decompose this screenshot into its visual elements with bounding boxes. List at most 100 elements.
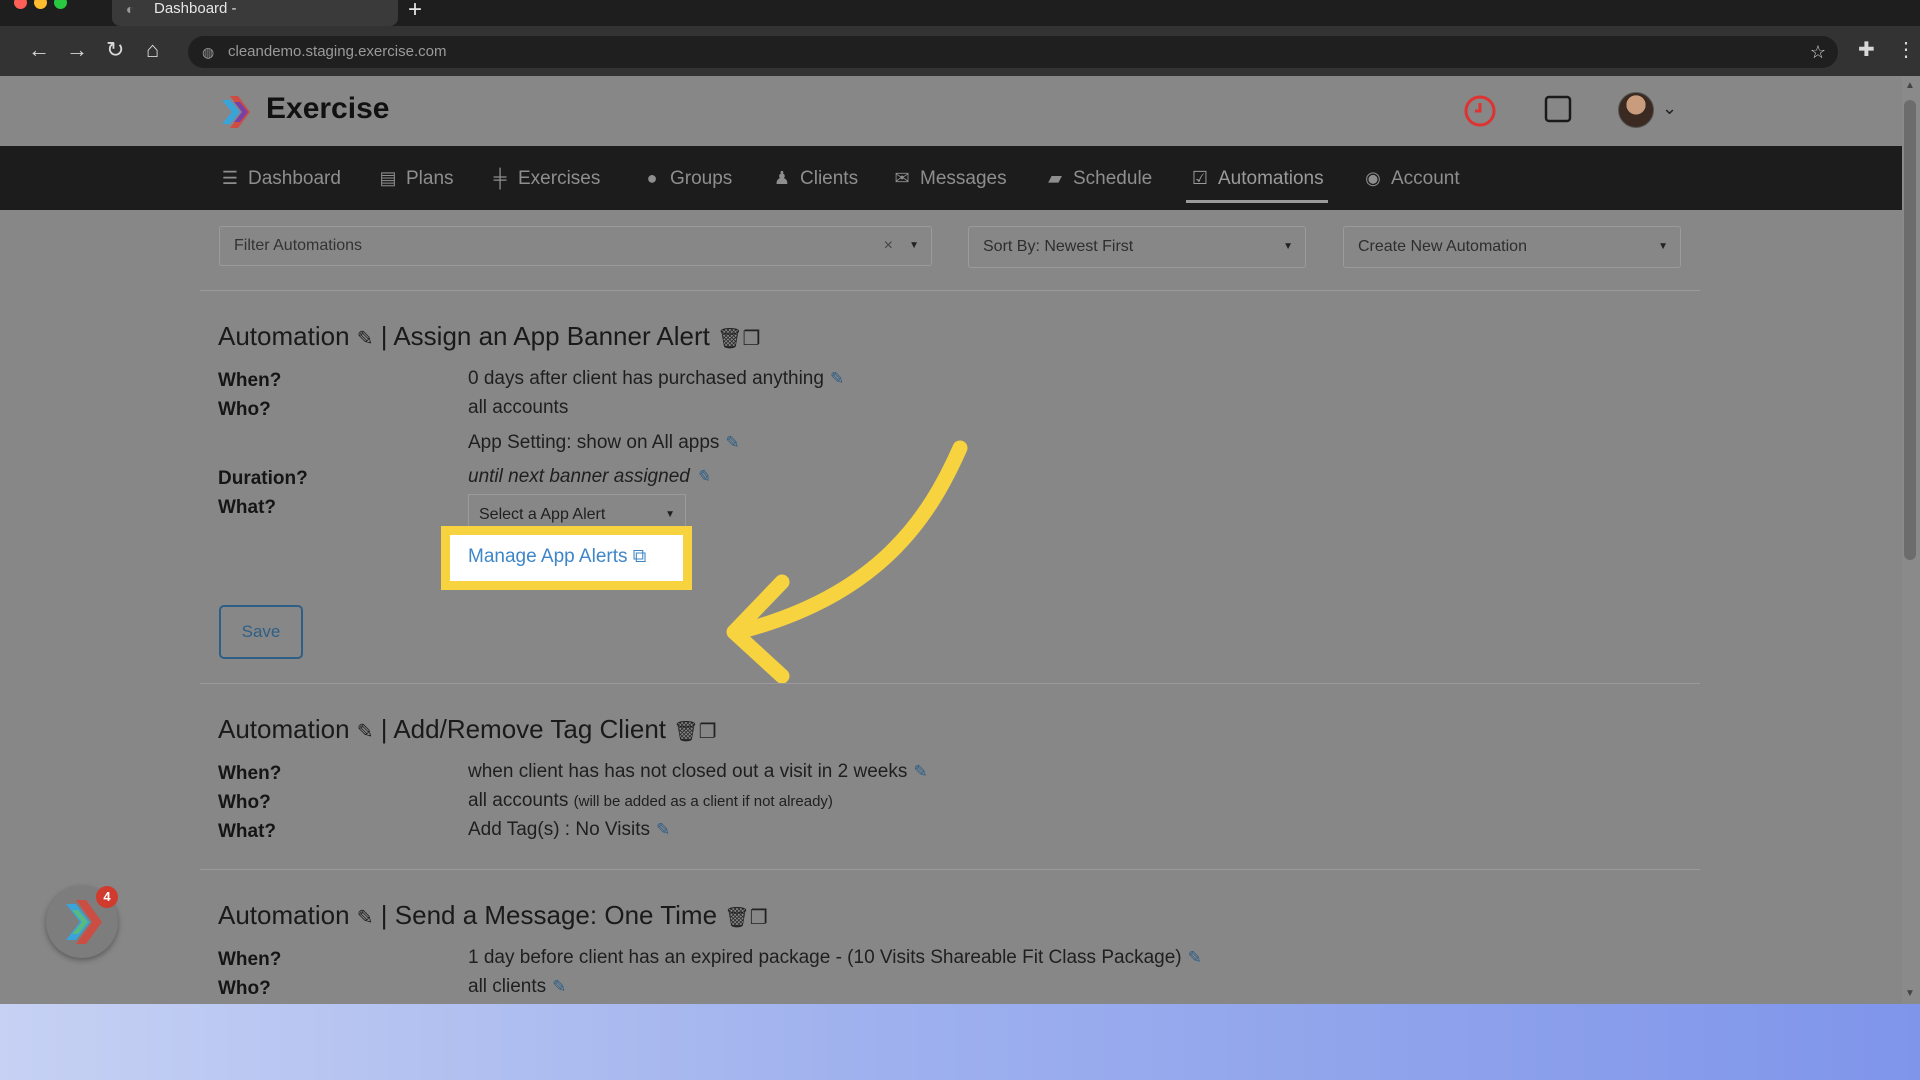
list-icon: ☰ — [221, 168, 239, 188]
create-automation-select[interactable]: Create New Automation ▼ — [1343, 226, 1681, 268]
home-icon[interactable]: ⌂ — [146, 36, 159, 64]
who-note: (will be added as a client if not alread… — [573, 793, 833, 810]
copy-icon[interactable]: ❐ — [743, 328, 761, 350]
dumbbell-icon: ╪ — [493, 168, 507, 188]
background-gradient — [0, 1004, 1920, 1080]
automation-title: Automation ✎ | Add/Remove Tag Client 🗑❐ — [218, 714, 717, 745]
what-label: What? — [218, 821, 277, 842]
bookmark-star-icon[interactable]: ☆ — [1810, 36, 1826, 68]
nav-item-plans[interactable]: ▤ Plans — [376, 146, 454, 210]
pencil-icon[interactable]: ✎ — [830, 369, 844, 388]
who-text: all accounts — [468, 790, 569, 811]
nav-item-messages[interactable]: ✉ Messages — [890, 146, 1007, 210]
user-icon: ♟ — [773, 168, 791, 188]
automation-name: Send a Message: One Time — [394, 900, 718, 930]
pencil-icon[interactable]: ✎ — [913, 762, 927, 781]
duration-label: Duration? — [218, 468, 308, 489]
square-icon[interactable] — [1543, 94, 1573, 124]
nav-item-schedule[interactable]: ▰ Schedule — [1043, 146, 1152, 210]
when-value: 0 days after client has purchased anythi… — [468, 368, 844, 390]
pencil-icon[interactable]: ✎ — [552, 977, 566, 996]
what-label: What? — [218, 497, 277, 518]
app-header: Exercise ⌄ — [0, 76, 1902, 146]
automation-prefix: Automation — [218, 321, 350, 351]
extensions-icon[interactable]: ✚ — [1858, 36, 1875, 64]
divider — [200, 869, 1700, 870]
site-info-icon[interactable]: ◍ — [202, 36, 214, 68]
chevron-down-icon[interactable]: ⌄ — [1662, 98, 1677, 119]
avatar[interactable] — [1618, 92, 1654, 128]
trash-icon[interactable]: 🗑 — [673, 721, 698, 743]
pointer-arrow-icon — [726, 440, 968, 684]
user-circle-icon: ◉ — [1365, 168, 1381, 188]
nav-label: Groups — [670, 168, 733, 189]
nav-label: Plans — [406, 168, 454, 189]
browser-toolbar: ← → ↻ ⌂ ◍ cleandemo.staging.exercise.com… — [0, 26, 1920, 76]
when-label: When? — [218, 763, 282, 784]
app-alert-select[interactable]: Select a App Alert ▼ — [468, 494, 686, 530]
when-value: 1 day before client has an expired packa… — [468, 947, 1202, 969]
address-bar[interactable]: ◍ cleandemo.staging.exercise.com ☆ — [188, 36, 1838, 68]
nav-label: Messages — [920, 168, 1007, 189]
copy-icon[interactable]: ❐ — [699, 721, 717, 743]
caret-down-icon[interactable]: ▼ — [909, 227, 919, 265]
browser-menu-icon[interactable]: ⋮ — [1896, 36, 1916, 64]
pencil-icon[interactable]: ✎ — [357, 328, 374, 350]
caret-down-icon: ▼ — [1283, 241, 1293, 252]
nav-item-dashboard[interactable]: ☰ Dashboard — [218, 146, 341, 210]
sort-label: Sort By: Newest First — [983, 238, 1134, 255]
browser-window: ◐ Dashboard - + ← → ↻ ⌂ ◍ cleandemo.stag… — [0, 0, 1920, 1004]
pencil-icon[interactable]: ✎ — [696, 467, 710, 486]
nav-item-account[interactable]: ◉ Account — [1361, 146, 1460, 210]
automation-title: Automation ✎ | Assign an App Banner Aler… — [218, 321, 760, 352]
nav-label: Automations — [1218, 168, 1324, 189]
forward-icon[interactable]: → — [66, 36, 88, 64]
title-separator: | — [380, 900, 388, 930]
clock-icon[interactable] — [1463, 94, 1497, 128]
what-text: Add Tag(s) : No Visits — [468, 819, 650, 840]
who-label: Who? — [218, 399, 271, 420]
pencil-icon[interactable]: ✎ — [1188, 948, 1202, 967]
trash-icon[interactable]: 🗑 — [724, 907, 749, 929]
scrollbar-thumb[interactable] — [1904, 100, 1916, 560]
book-icon: ▰ — [1048, 168, 1062, 188]
create-label: Create New Automation — [1358, 238, 1527, 255]
pencil-icon[interactable]: ✎ — [357, 721, 374, 743]
trash-icon[interactable]: 🗑 — [717, 328, 742, 350]
copy-icon[interactable]: ❐ — [750, 907, 768, 929]
automation-name: Assign an App Banner Alert — [393, 321, 710, 351]
minimize-window-button[interactable] — [34, 0, 47, 9]
automation-title: Automation ✎ | Send a Message: One Time … — [218, 900, 768, 931]
manage-app-alerts-link[interactable]: Manage App Alerts ⧉ — [468, 546, 646, 568]
select-placeholder: Select a App Alert — [479, 506, 606, 523]
envelope-icon: ✉ — [894, 168, 910, 188]
divider — [200, 290, 1700, 291]
filter-placeholder: Filter Automations — [234, 237, 363, 254]
duration-text: until next banner assigned — [468, 466, 690, 487]
when-text: 1 day before client has an expired packa… — [468, 947, 1182, 968]
save-button[interactable]: Save — [219, 605, 303, 659]
pencil-icon[interactable]: ✎ — [357, 907, 374, 929]
nav-item-groups[interactable]: ● Groups — [640, 146, 733, 210]
scroll-down-icon[interactable]: ▼ — [1905, 988, 1915, 999]
new-tab-button[interactable]: + — [408, 0, 422, 24]
when-text: when client has has not closed out a vis… — [468, 761, 908, 782]
who-value: all clients ✎ — [468, 976, 566, 998]
pencil-icon[interactable]: ✎ — [656, 820, 670, 839]
close-window-button[interactable] — [14, 0, 27, 9]
filter-automations-input[interactable]: Filter Automations × ▼ — [219, 226, 932, 266]
sort-select[interactable]: Sort By: Newest First ▼ — [968, 226, 1306, 268]
exercise-logo-icon[interactable] — [222, 96, 252, 128]
reload-icon[interactable]: ↻ — [106, 36, 124, 64]
maximize-window-button[interactable] — [54, 0, 67, 9]
clear-icon[interactable]: × — [884, 227, 893, 265]
nav-item-clients[interactable]: ♟ Clients — [770, 146, 858, 210]
nav-item-exercises[interactable]: ╪ Exercises — [488, 146, 601, 210]
title-separator: | — [380, 714, 388, 744]
globe-icon: ◐ — [126, 1, 135, 17]
back-icon[interactable]: ← — [28, 36, 50, 64]
caret-down-icon: ▼ — [1658, 241, 1668, 252]
scroll-up-icon[interactable]: ▲ — [1905, 80, 1915, 91]
who-text: all clients — [468, 976, 547, 997]
browser-tab[interactable]: ◐ Dashboard - — [112, 0, 398, 26]
